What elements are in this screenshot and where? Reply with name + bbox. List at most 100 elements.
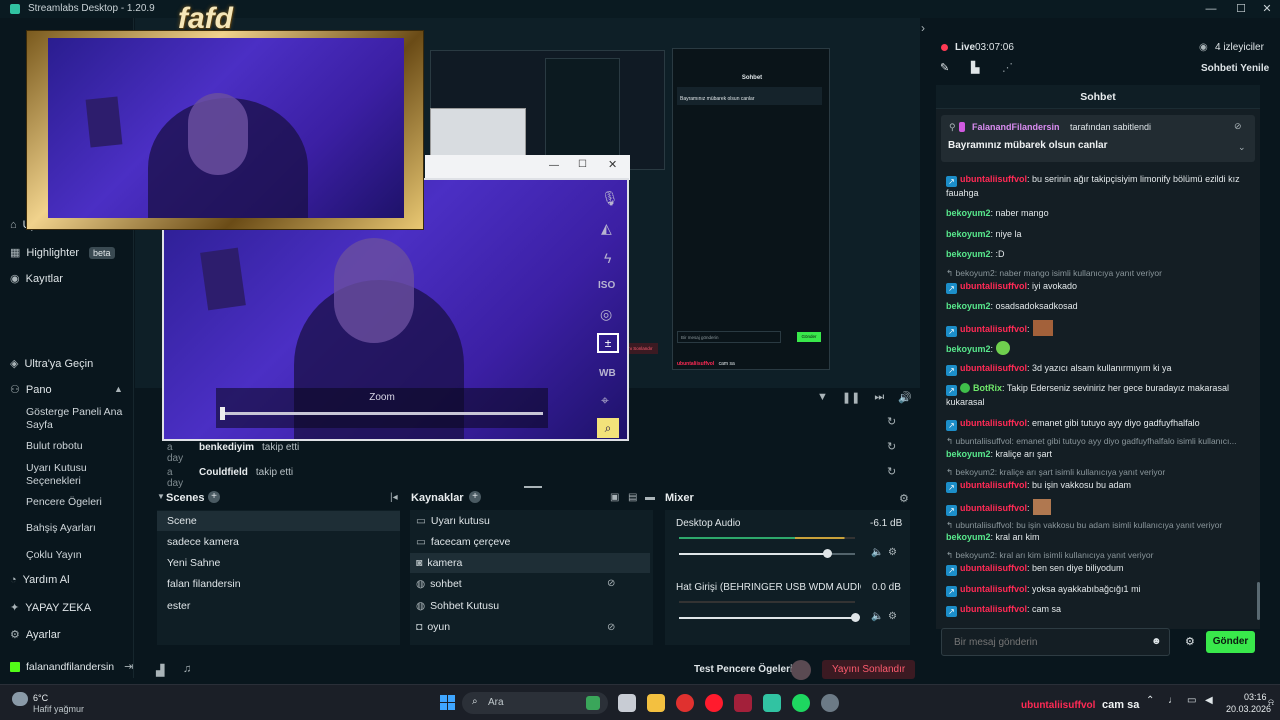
close-icon[interactable]: ✕ bbox=[1259, 1, 1275, 17]
speaker-icon[interactable]: 🔈 bbox=[871, 611, 883, 622]
sidebar-subitem[interactable]: Bulut robotu bbox=[26, 440, 126, 453]
share-icon[interactable]: ⋰ bbox=[1002, 61, 1013, 74]
chat-username[interactable]: ubuntaliisuffvol bbox=[960, 418, 1027, 428]
weather-desc[interactable]: Hafif yağmur bbox=[33, 704, 84, 714]
chat-username[interactable]: bekoyum2 bbox=[946, 208, 991, 218]
exposure-adjust-icon[interactable]: ± bbox=[597, 333, 619, 353]
chat-username[interactable]: bekoyum2 bbox=[946, 532, 991, 542]
chat-username[interactable]: ubuntaliisuffvol bbox=[960, 604, 1027, 614]
volume-icon[interactable]: ◀ bbox=[1205, 695, 1213, 706]
close-icon[interactable]: ✕ bbox=[608, 158, 617, 171]
chat-username[interactable]: ubuntaliisuffvol bbox=[960, 563, 1027, 573]
maximize-icon[interactable]: ☐ bbox=[1233, 1, 1249, 17]
pause-icon[interactable]: ❚❚ bbox=[842, 391, 860, 404]
taskbar-search[interactable]: ⌕ Ara bbox=[462, 692, 608, 714]
logout-icon[interactable]: ⇥ bbox=[124, 660, 133, 673]
mic-off-icon[interactable]: 🎙 bbox=[601, 190, 619, 207]
end-stream-button[interactable]: Yayını Sonlandır bbox=[822, 660, 916, 679]
chevron-right-icon[interactable]: › bbox=[921, 21, 925, 35]
sidebar-subitem[interactable]: Çoklu Yayın bbox=[26, 549, 126, 562]
sidebar-subitem[interactable]: Uyarı Kutusu Seçenekleri bbox=[26, 462, 126, 488]
test-widgets-label[interactable]: Test Pencere Ögeleri bbox=[694, 664, 793, 675]
source-item[interactable]: ◍ Sohbet Kutusu bbox=[410, 596, 650, 616]
filter-icon[interactable]: ▼ bbox=[817, 391, 828, 404]
chevron-up-icon[interactable]: ▲ bbox=[114, 384, 123, 394]
chat-username[interactable]: bekoyum2 bbox=[946, 449, 991, 459]
source-settings-icon[interactable]: ▣ bbox=[610, 492, 619, 503]
sidebar-item-highlighter[interactable]: ▦ Highlighter beta bbox=[10, 246, 115, 259]
streamlabs-taskbar-icon[interactable] bbox=[763, 694, 781, 712]
record-app-icon[interactable] bbox=[676, 694, 694, 712]
weather-cloud-icon[interactable] bbox=[12, 692, 28, 706]
sidebar-item-pano[interactable]: ⚇ Pano bbox=[10, 383, 52, 397]
refresh-chat-button[interactable]: Sohbeti Yenile bbox=[1201, 63, 1269, 74]
network-icon[interactable]: ▭ bbox=[1187, 695, 1196, 706]
skip-icon[interactable]: ⏭ bbox=[874, 391, 884, 404]
volume-slider-knob[interactable] bbox=[822, 549, 832, 558]
dock-collapse-icon[interactable]: |◂ bbox=[390, 492, 398, 503]
gear-icon[interactable]: ⚙ bbox=[888, 611, 897, 622]
edit-icon[interactable]: ✎ bbox=[940, 61, 949, 74]
sidebar-subitem[interactable]: Pencere Ögeleri bbox=[26, 496, 126, 509]
clock-time[interactable]: 03:16 bbox=[1244, 692, 1267, 702]
chat-username[interactable]: ubuntaliisuffvol bbox=[960, 324, 1027, 334]
emoji-icon[interactable]: ☻ bbox=[1151, 636, 1162, 647]
app-icon[interactable] bbox=[734, 694, 752, 712]
chat-username[interactable]: BotRix bbox=[973, 383, 1002, 393]
notification-bell-icon[interactable]: ♫ bbox=[183, 663, 191, 675]
chat-username[interactable]: ubuntaliisuffvol bbox=[960, 503, 1027, 513]
sidebar-item-help[interactable]: ◔ Yardım Al bbox=[10, 574, 70, 586]
clock-date[interactable]: 20.03.2026 bbox=[1226, 704, 1271, 714]
source-lock-icon[interactable]: ▤ bbox=[628, 492, 637, 503]
chat-username[interactable]: bekoyum2 bbox=[946, 301, 991, 311]
event-user[interactable]: benkediyim bbox=[199, 442, 254, 464]
account-item[interactable]: falanandfilandersin ⇥ bbox=[10, 660, 133, 673]
sidebar-item-recordings[interactable]: ◉ Kayıtlar bbox=[10, 272, 63, 286]
chat-username[interactable]: ubuntaliisuffvol bbox=[960, 174, 1027, 184]
source-item[interactable]: ◙ kamera bbox=[410, 553, 650, 573]
source-item[interactable]: ▭ facecam çerçeve bbox=[410, 532, 650, 552]
scene-item[interactable]: ester bbox=[157, 596, 400, 616]
weather-temp[interactable]: 6°C bbox=[33, 693, 48, 703]
windows-start-icon[interactable] bbox=[440, 695, 455, 710]
resize-handle[interactable] bbox=[524, 486, 542, 488]
file-explorer-icon[interactable] bbox=[647, 694, 665, 712]
minimize-icon[interactable]: — bbox=[549, 160, 559, 171]
scene-item[interactable]: sadece kamera bbox=[157, 532, 400, 552]
dashboard-icon[interactable]: ▙ bbox=[971, 61, 979, 74]
volume-icon[interactable]: 🔊 bbox=[898, 391, 912, 404]
scene-item[interactable]: Scene bbox=[157, 511, 400, 531]
chat-username[interactable]: bekoyum2 bbox=[946, 344, 991, 354]
stats-icon[interactable]: ▟ bbox=[156, 664, 164, 677]
chevron-down-icon[interactable]: ▼ bbox=[157, 492, 165, 501]
scene-item[interactable]: Yeni Sahne bbox=[157, 553, 400, 573]
folder-icon[interactable]: ▬ bbox=[645, 492, 655, 503]
gear-icon[interactable]: ⚙ bbox=[1185, 635, 1195, 648]
sidebar-item-settings[interactable]: ⚙ Ayarlar bbox=[10, 628, 61, 642]
flash-icon[interactable]: ϟ bbox=[604, 250, 611, 266]
chat-username[interactable]: ubuntaliisuffvol bbox=[960, 480, 1027, 490]
task-view-icon[interactable] bbox=[618, 694, 636, 712]
microphone-icon[interactable]: ♩ bbox=[1168, 695, 1178, 706]
sidebar-item-ai[interactable]: ✦ YAPAY ZEKA bbox=[10, 601, 91, 615]
aperture-icon[interactable]: ◎ bbox=[600, 306, 612, 323]
scene-item[interactable]: falan filandersin bbox=[157, 574, 400, 594]
hidden-eye-icon[interactable]: ⊘ bbox=[607, 622, 615, 633]
speaker-icon[interactable]: 🔈 bbox=[871, 547, 883, 558]
gear-icon[interactable]: ⚙ bbox=[888, 547, 897, 558]
unpin-icon[interactable]: ⊘ bbox=[1234, 121, 1242, 132]
repeat-icon[interactable]: ↻ bbox=[887, 465, 896, 478]
repeat-icon[interactable]: ↻ bbox=[887, 440, 896, 453]
add-source-icon[interactable]: + bbox=[469, 491, 481, 503]
notification-bell-icon[interactable]: ⍾ bbox=[1268, 697, 1274, 708]
source-item[interactable]: ▭ Uyarı kutusu bbox=[410, 511, 650, 531]
volume-slider-knob[interactable] bbox=[851, 613, 860, 622]
record-button[interactable] bbox=[791, 660, 811, 680]
maximize-icon[interactable]: ☐ bbox=[578, 159, 587, 170]
iso-label[interactable]: ISO bbox=[598, 280, 615, 291]
tray-chevron-up-icon[interactable]: ⌃ bbox=[1146, 695, 1154, 706]
wb-label[interactable]: WB bbox=[599, 368, 616, 379]
chat-username[interactable]: bekoyum2 bbox=[946, 249, 991, 259]
chat-username[interactable]: ubuntaliisuffvol bbox=[960, 363, 1027, 373]
send-button[interactable]: Gönder bbox=[1206, 631, 1255, 653]
